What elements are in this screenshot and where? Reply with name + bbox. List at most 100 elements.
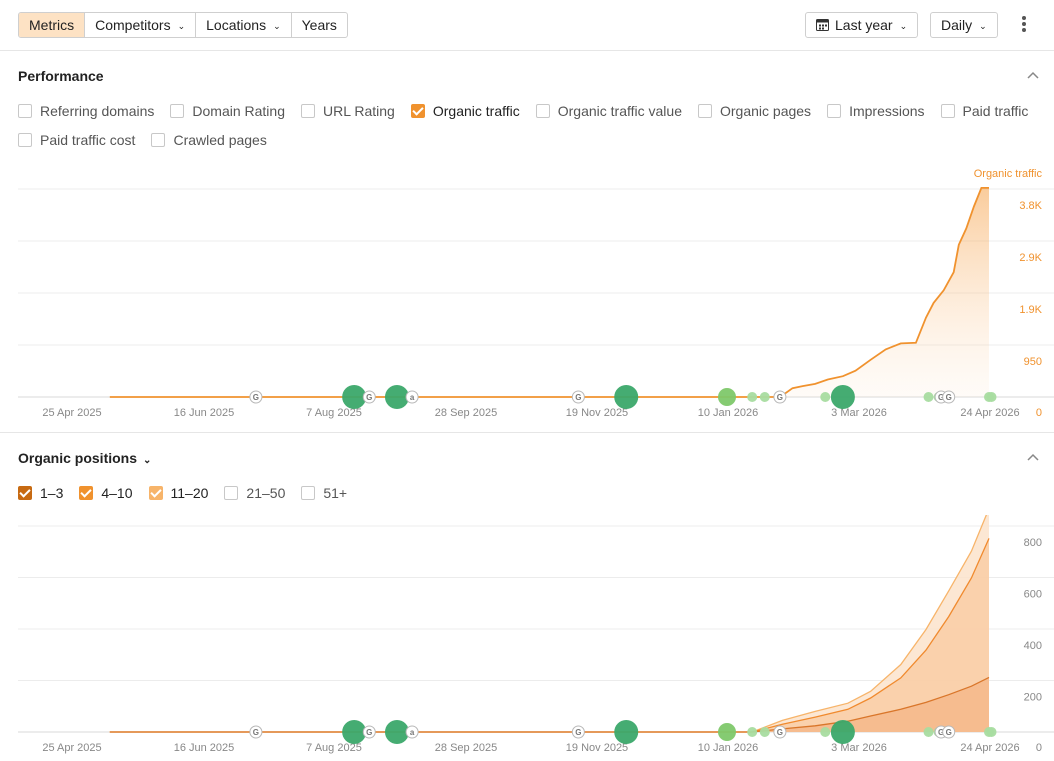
event-icon-glyph: G xyxy=(946,393,952,402)
metric-referring-domains[interactable]: Referring domains xyxy=(18,96,154,125)
x-tick-label: 28 Sep 2025 xyxy=(435,742,497,754)
checkbox[interactable] xyxy=(79,485,94,500)
checkbox-label: Crawled pages xyxy=(173,131,267,148)
event-bubble xyxy=(342,385,367,409)
checkbox[interactable] xyxy=(18,485,32,500)
calendar-icon xyxy=(816,19,829,31)
event-bubble xyxy=(747,392,758,402)
metric-organic-pages[interactable]: Organic pages xyxy=(698,96,811,125)
metric-organic-traffic[interactable]: Organic traffic xyxy=(410,96,520,125)
tab-competitors[interactable]: Competitors ⌄ xyxy=(85,13,197,37)
checkbox-label: Organic traffic value xyxy=(557,102,682,119)
checkbox-label: 11–20 xyxy=(170,484,209,501)
range-1-3[interactable]: 1–3 xyxy=(18,478,63,507)
granularity-dropdown[interactable]: Daily ⌄ xyxy=(930,12,998,38)
collapse-chevron-up-icon[interactable] xyxy=(1026,69,1040,83)
checkbox-label: Organic traffic xyxy=(432,102,520,119)
chevron-down-icon: ⌄ xyxy=(177,21,186,31)
x-tick-label: 19 Nov 2025 xyxy=(566,742,628,754)
period-dropdown[interactable]: Last year ⌄ xyxy=(805,12,919,38)
x-tick-label: 16 Jun 2025 xyxy=(174,742,235,754)
checkbox-label: Paid traffic xyxy=(962,102,1029,119)
checkbox[interactable] xyxy=(698,103,712,118)
event-bubble xyxy=(830,720,855,744)
tab-locations[interactable]: Locations ⌄ xyxy=(196,13,292,37)
event-icon-glyph: a xyxy=(410,393,415,402)
chevron-down-icon: ⌄ xyxy=(273,21,281,31)
y-tick-label: 400 xyxy=(1024,640,1042,652)
event-icon-glyph: G xyxy=(946,728,952,737)
y-tick-label: 800 xyxy=(1024,537,1042,549)
checkbox-label: 1–3 xyxy=(40,484,64,501)
checkbox[interactable] xyxy=(224,485,239,500)
organic-traffic-area xyxy=(109,187,990,397)
checkbox[interactable] xyxy=(301,485,316,500)
chevron-down-icon: ⌄ xyxy=(979,21,987,31)
organic-positions-chart: 020040060080025 Apr 2025 16 Jun 2025 7 Aug… xyxy=(18,515,1054,754)
more-vertical-icon[interactable] xyxy=(1018,14,1030,36)
range-11-20[interactable]: 11–20 xyxy=(148,478,209,507)
event-bubble xyxy=(718,723,736,741)
event-bubble xyxy=(923,727,934,737)
checkbox[interactable] xyxy=(410,103,425,118)
metric-url-rating[interactable]: URL Rating xyxy=(301,96,395,125)
metric-organic-traffic-value[interactable]: Organic traffic value xyxy=(535,96,682,125)
checkbox-label: Impressions xyxy=(849,102,925,119)
event-bubble xyxy=(384,720,409,744)
event-bubble xyxy=(759,392,770,402)
tab-years[interactable]: Years xyxy=(292,13,347,37)
metric-domain-rating[interactable]: Domain Rating xyxy=(170,96,285,125)
checkbox[interactable] xyxy=(301,103,315,118)
positions-title-label: Organic positions xyxy=(18,450,138,466)
x-tick-label: 3 Mar 2026 xyxy=(831,407,887,419)
event-bubble xyxy=(342,720,367,744)
x-tick-label: 25 Apr 2025 xyxy=(42,742,101,754)
checkbox-label: Paid traffic cost xyxy=(40,131,136,148)
organic-traffic-line xyxy=(109,187,989,398)
checkbox[interactable] xyxy=(535,103,550,118)
event-icon-glyph: G xyxy=(253,393,259,402)
checkbox[interactable] xyxy=(940,103,955,118)
event-icon-glyph: a xyxy=(410,728,415,737)
checkbox[interactable] xyxy=(18,103,32,118)
x-tick-label: 28 Sep 2025 xyxy=(435,407,497,419)
event-icon-glyph: G xyxy=(366,728,372,737)
metric-impressions[interactable]: Impressions xyxy=(827,96,925,125)
collapse-chevron-up-icon[interactable] xyxy=(1026,451,1040,465)
checkbox[interactable] xyxy=(148,485,163,500)
checkbox[interactable] xyxy=(18,132,32,147)
metric-crawled-pages[interactable]: Crawled pages xyxy=(151,125,267,154)
range-51[interactable]: 51+ xyxy=(301,478,347,507)
event-icon-glyph: G xyxy=(366,393,372,402)
chevron-down-icon: ⌄ xyxy=(899,21,908,31)
y-tick-label: 3.8K xyxy=(1019,200,1042,212)
x-tick-label: 16 Jun 2025 xyxy=(174,407,235,419)
checkbox-label: 21–50 xyxy=(246,484,286,501)
event-bubble xyxy=(830,385,855,409)
metric-paid-traffic[interactable]: Paid traffic xyxy=(940,96,1029,125)
checkbox[interactable] xyxy=(170,103,185,118)
event-icon-glyph: G xyxy=(777,393,783,402)
period-label: Last year xyxy=(835,17,893,33)
metric-paid-traffic-cost[interactable]: Paid traffic cost xyxy=(18,125,135,154)
range-21-50[interactable]: 21–50 xyxy=(224,478,285,507)
y-tick-label: 950 xyxy=(1024,356,1042,368)
event-bubble xyxy=(820,392,831,402)
checkbox[interactable] xyxy=(827,103,842,118)
tab-metrics[interactable]: Metrics xyxy=(19,13,86,37)
x-tick-label: 19 Nov 2025 xyxy=(566,407,628,419)
x-tick-label: 24 Apr 2026 xyxy=(960,407,1019,419)
x-tick-label: 10 Jan 2026 xyxy=(698,407,759,419)
range-4-10[interactable]: 4–10 xyxy=(79,478,133,507)
positions-title[interactable]: Organic positions ⌄ xyxy=(18,450,151,466)
event-bubble xyxy=(614,385,639,409)
organic-traffic-chart: 09501.9K2.9K3.8K25 Apr 2025 16 Jun 2025 7 … xyxy=(18,168,1054,419)
y-tick-label: 600 xyxy=(1024,589,1042,601)
event-icon-glyph: G xyxy=(575,393,581,402)
x-tick-label: 24 Apr 2026 xyxy=(960,742,1019,754)
metric-checkbox-list: Referring domains Domain Rating URL Rating… xyxy=(18,96,1048,154)
checkbox-label: 4–10 xyxy=(101,484,133,501)
event-bubble xyxy=(986,727,997,737)
checkbox-label: Referring domains xyxy=(40,102,155,119)
checkbox[interactable] xyxy=(151,132,166,147)
